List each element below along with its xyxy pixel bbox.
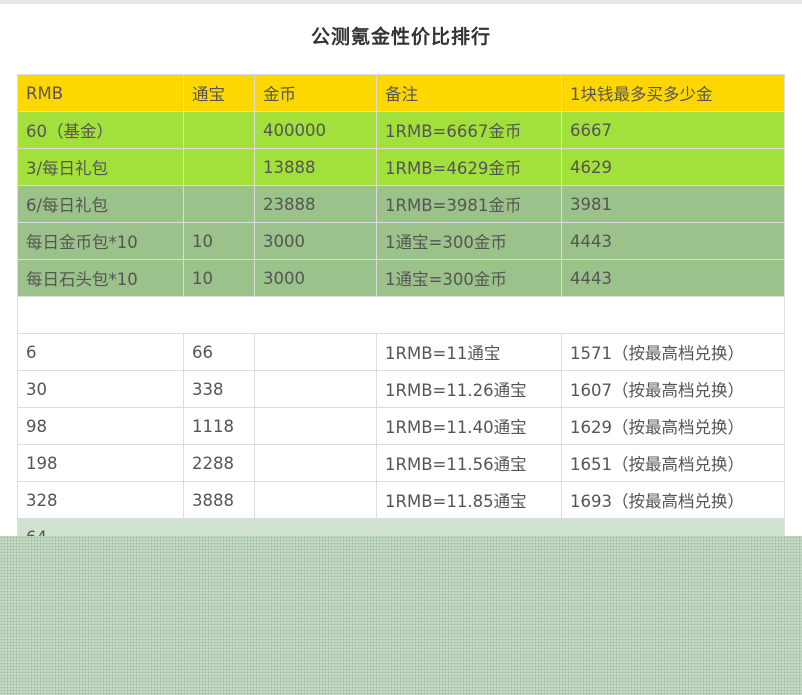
table-cell: 1571（按最高档兑换） (561, 333, 785, 371)
table-cell: 1693（按最高档兑换） (561, 481, 785, 519)
table-cell: 6 (17, 333, 184, 371)
table-cell: 1RMB=11.40通宝 (376, 407, 562, 445)
table-cell: 10 (183, 259, 255, 297)
table-cell: 30 (17, 370, 184, 408)
table-header-row: RMB 通宝 金币 备注 1块钱最多买多少金 (17, 74, 785, 112)
table-row: 3/每日礼包 13888 1RMB=4629金币 4629 (17, 148, 785, 186)
table-cell: 6667 (561, 111, 785, 149)
table-cell: 1118 (183, 407, 255, 445)
table-cell (254, 481, 377, 519)
table-cell: 1通宝=300金币 (376, 259, 562, 297)
table-cell: 1607（按最高档兑换） (561, 370, 785, 408)
table-cell: 60（基金） (17, 111, 184, 149)
table-cell: 3000 (254, 222, 377, 260)
table-cell: 4443 (561, 259, 785, 297)
table-row: 6/每日礼包 23888 1RMB=3981金币 3981 (17, 185, 785, 223)
table-row: 每日石头包*10 10 3000 1通宝=300金币 4443 (17, 259, 785, 297)
table-cell: 1RMB=6667金币 (376, 111, 562, 149)
header-cell: 通宝 (183, 74, 255, 112)
table-row: 328 3888 1RMB=11.85通宝 1693（按最高档兑换） (17, 481, 785, 519)
table-cell: 每日石头包*10 (17, 259, 184, 297)
table-row: 6 66 1RMB=11通宝 1571（按最高档兑换） (17, 333, 785, 371)
table-cell: 10 (183, 222, 255, 260)
table-cell (254, 333, 377, 371)
header-cell: 1块钱最多买多少金 (561, 74, 785, 112)
top-rule (0, 0, 802, 4)
table-row: 30 338 1RMB=11.26通宝 1607（按最高档兑换） (17, 370, 785, 408)
table-cell: 1RMB=11.56通宝 (376, 444, 562, 482)
table-cell: 1RMB=11通宝 (376, 333, 562, 371)
table-cell: 328 (17, 481, 184, 519)
header-cell: 金币 (254, 74, 377, 112)
header-cell: RMB (17, 74, 184, 112)
table-cell: 4629 (561, 148, 785, 186)
table-cell: 400000 (254, 111, 377, 149)
table-cell: 66 (183, 333, 255, 371)
table-row: 每日金币包*10 10 3000 1通宝=300金币 4443 (17, 222, 785, 260)
table-cell: 3888 (183, 481, 255, 519)
table-cell: 6/每日礼包 (17, 185, 184, 223)
table-cell (254, 370, 377, 408)
table-cell: 1RMB=11.26通宝 (376, 370, 562, 408)
header-cell: 备注 (376, 74, 562, 112)
page-title: 公测氪金性价比排行 (310, 26, 491, 48)
table-cell: 1RMB=4629金币 (376, 148, 562, 186)
table-cell: 338 (183, 370, 255, 408)
table-row: 60（基金） 400000 1RMB=6667金币 6667 (17, 111, 785, 149)
table-cell: 每日金币包*10 (17, 222, 184, 260)
spacer-row (17, 296, 785, 334)
table-row: 198 2288 1RMB=11.56通宝 1651（按最高档兑换） (17, 444, 785, 482)
table-cell (254, 407, 377, 445)
table-cell: 4443 (561, 222, 785, 260)
table-row: 98 1118 1RMB=11.40通宝 1629（按最高档兑换） (17, 407, 785, 445)
price-table: RMB 通宝 金币 备注 1块钱最多买多少金 60（基金） 400000 1RM… (17, 74, 785, 556)
table-cell (254, 444, 377, 482)
table-cell: 1RMB=11.85通宝 (376, 481, 562, 519)
obscuring-overlay (0, 536, 802, 695)
table-cell: 98 (17, 407, 184, 445)
table-cell (183, 111, 255, 149)
table-cell: 1651（按最高档兑换） (561, 444, 785, 482)
table-cell: 1RMB=3981金币 (376, 185, 562, 223)
table-cell: 1通宝=300金币 (376, 222, 562, 260)
table-cell: 3000 (254, 259, 377, 297)
table-cell: 3981 (561, 185, 785, 223)
table-cell: 3/每日礼包 (17, 148, 184, 186)
table-cell: 23888 (254, 185, 377, 223)
table-cell: 198 (17, 444, 184, 482)
table-cell: 2288 (183, 444, 255, 482)
table-cell: 1629（按最高档兑换） (561, 407, 785, 445)
table-cell (183, 148, 255, 186)
table-cell (183, 185, 255, 223)
spacer-cell (17, 296, 785, 334)
table-cell: 13888 (254, 148, 377, 186)
